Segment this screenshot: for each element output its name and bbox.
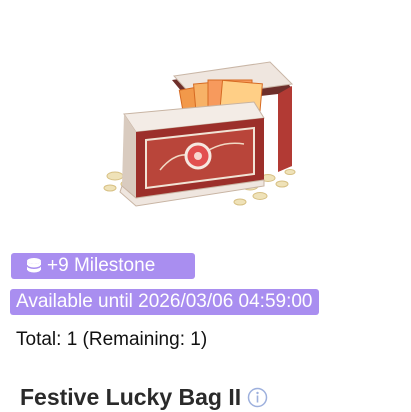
total-count: Total: 1 (Remaining: 1)	[16, 329, 208, 350]
info-icon[interactable]	[247, 387, 268, 408]
availability-badge: Available until 2026/03/06 04:59:00	[10, 289, 319, 315]
chest-icon	[103, 61, 296, 207]
coin-stack-icon	[26, 258, 42, 274]
milestone-label: +9 Milestone	[47, 255, 156, 276]
milestone-badge: +9 Milestone	[11, 253, 195, 279]
